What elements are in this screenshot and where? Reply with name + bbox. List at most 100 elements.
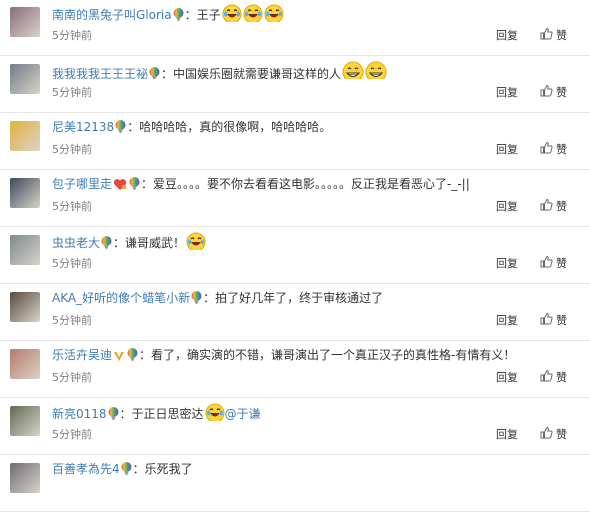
- username-link[interactable]: 尼美12138: [52, 120, 114, 134]
- rainbow-balloon-icon[interactable]: [191, 291, 202, 307]
- avatar[interactable]: [10, 463, 40, 493]
- comment-text: ：谦哥威武！: [113, 236, 186, 250]
- timestamp: 5分钟前: [52, 428, 92, 441]
- timestamp: 5分钟前: [52, 314, 92, 327]
- avatar[interactable]: [10, 7, 40, 37]
- laugh-cry-emoji-icon: [264, 4, 284, 22]
- reply-button[interactable]: 回复: [496, 28, 518, 44]
- heart-badge-icon[interactable]: [113, 178, 127, 193]
- like-button[interactable]: 赞: [540, 426, 567, 444]
- comment-text: ：中国娱乐圈就需要谦哥这样的人: [161, 67, 342, 79]
- like-button[interactable]: 赞: [540, 369, 567, 387]
- comment-line: 虫虫老大 ：谦哥威武！: [52, 232, 580, 250]
- thumbs-up-icon: [540, 312, 553, 330]
- username-link[interactable]: 包子哪里走: [52, 177, 112, 191]
- timestamp: 5分钟前: [52, 200, 92, 213]
- timestamp: 5分钟前: [52, 371, 92, 384]
- like-button[interactable]: 赞: [540, 312, 567, 330]
- like-button[interactable]: 赞: [540, 141, 567, 159]
- thumbs-up-icon: [540, 255, 553, 273]
- comment-row: AKA_好听的像个蜡笔小新 ：拍了好几年了，终于审核通过了 5分钟前 回复 赞: [0, 284, 590, 341]
- rainbow-balloon-icon[interactable]: [127, 348, 138, 364]
- avatar[interactable]: [10, 292, 40, 322]
- comment-line: 南南的黑兔子叫Gloria ：王子: [52, 4, 580, 22]
- thumbs-up-icon: [540, 27, 553, 45]
- comment-row: 新亮0118 ：于正日思密达 @于谦 5分钟前 回复 赞: [0, 398, 590, 455]
- comment-row: 百善孝為先4 ：乐死我了: [0, 455, 590, 512]
- comment-line: 百善孝為先4 ：乐死我了: [52, 460, 580, 478]
- thumbs-up-icon: [540, 369, 553, 387]
- comment-list: 南南的黑兔子叫Gloria ：王子 5分钟前 回复赞我我我我王王王祕 ：中国娱乐圈就需要…: [0, 0, 590, 512]
- laugh-cry-emoji-icon: [222, 4, 242, 22]
- comment-text: ：于正日思密达: [119, 407, 204, 421]
- thumbs-up-icon: [540, 141, 553, 159]
- like-label: 赞: [556, 86, 567, 99]
- reply-button[interactable]: 回复: [496, 313, 518, 329]
- comment-line: 新亮0118 ：于正日思密达 @于谦: [52, 403, 580, 421]
- rainbow-balloon-icon[interactable]: [108, 407, 119, 421]
- timestamp: 5分钟前: [52, 257, 92, 270]
- comment-line: 乐活卉吴迪 ：看了，确实演的不错，谦哥演出了一个真正汉子的真性格-有情有义！: [52, 346, 580, 364]
- rainbow-balloon-icon[interactable]: [129, 177, 140, 193]
- avatar[interactable]: [10, 349, 40, 379]
- like-button[interactable]: 赞: [540, 84, 567, 102]
- comment-line: 尼美12138 ：哈哈哈哈，真的很像啊，哈哈哈哈。: [52, 118, 580, 136]
- grin-emoji-icon: [365, 61, 387, 79]
- comment-text: ：哈哈哈哈，真的很像啊，哈哈哈哈。: [127, 120, 332, 134]
- like-label: 赞: [556, 257, 567, 270]
- comment-line: 包子哪里走 ：爱豆。。。。要不你去看看这电影。。。。。反正我是看恶心了-_-||: [52, 175, 580, 193]
- thumbs-up-icon: [540, 426, 553, 444]
- comment-text: ：王子: [184, 8, 221, 22]
- timestamp: 5分钟前: [52, 143, 92, 156]
- comment-row: 乐活卉吴迪 ：看了，确实演的不错，谦哥演出了一个真正汉子的真性格-有情有义！ 5分钟…: [0, 341, 590, 398]
- comment-row: 我我我我王王王祕 ：中国娱乐圈就需要谦哥这样的人 5分钟前 回复 赞: [0, 56, 590, 113]
- comment-text: ：看了，确实演的不错，谦哥演出了一个真正汉子的真性格-有情有义！: [139, 348, 516, 362]
- like-label: 赞: [556, 314, 567, 327]
- mention-link[interactable]: @于谦: [225, 407, 261, 421]
- like-label: 赞: [556, 143, 567, 156]
- grin-emoji-icon: [342, 61, 364, 79]
- comment-text: ：乐死我了: [132, 462, 193, 476]
- comment-row: 南南的黑兔子叫Gloria ：王子 5分钟前 回复 赞: [0, 0, 590, 56]
- laugh-cry-emoji-icon: [243, 4, 263, 22]
- like-label: 赞: [556, 428, 567, 441]
- reply-button[interactable]: 回复: [496, 370, 518, 386]
- avatar[interactable]: [10, 235, 40, 265]
- like-button[interactable]: 赞: [540, 27, 567, 45]
- avatar[interactable]: [10, 178, 40, 208]
- username-link[interactable]: 百善孝為先4: [52, 462, 120, 476]
- username-link[interactable]: 新亮0118: [52, 407, 107, 421]
- timestamp: 5分钟前: [52, 86, 92, 99]
- like-button[interactable]: 赞: [540, 198, 567, 216]
- avatar[interactable]: [10, 64, 40, 94]
- comment-line: AKA_好听的像个蜡笔小新 ：拍了好几年了，终于审核通过了: [52, 289, 580, 307]
- rainbow-balloon-icon[interactable]: [101, 236, 112, 250]
- like-label: 赞: [556, 29, 567, 42]
- rainbow-balloon-icon[interactable]: [173, 8, 184, 22]
- comment-text: ：爱豆。。。。要不你去看看这电影。。。。。反正我是看恶心了-_-||: [141, 177, 470, 191]
- comment-row: 虫虫老大 ：谦哥威武！ 5分钟前 回复 赞: [0, 227, 590, 284]
- reply-button[interactable]: 回复: [496, 199, 518, 215]
- laugh-cry-emoji-icon: [186, 232, 206, 250]
- laugh-cry-emoji-icon: [205, 403, 225, 421]
- comment-line: 我我我我王王王祕 ：中国娱乐圈就需要谦哥这样的人: [52, 61, 580, 79]
- username-link[interactable]: 乐活卉吴迪: [52, 348, 112, 362]
- reply-button[interactable]: 回复: [496, 256, 518, 272]
- like-button[interactable]: 赞: [540, 255, 567, 273]
- thumbs-up-icon: [540, 84, 553, 102]
- reply-button[interactable]: 回复: [496, 427, 518, 443]
- comment-row: 包子哪里走 ：爱豆。。。。要不你去看看这电影。。。。。反正我是看恶心了-_-|| 5…: [0, 170, 590, 227]
- avatar[interactable]: [10, 406, 40, 436]
- username-link[interactable]: AKA_好听的像个蜡笔小新: [52, 291, 190, 305]
- username-link[interactable]: 我我我我王王王祕: [52, 67, 148, 79]
- reply-button[interactable]: 回复: [496, 85, 518, 101]
- vip-badge-icon[interactable]: [113, 349, 125, 364]
- username-link[interactable]: 南南的黑兔子叫Gloria: [52, 8, 172, 22]
- avatar[interactable]: [10, 121, 40, 151]
- rainbow-balloon-icon[interactable]: [115, 120, 126, 136]
- like-label: 赞: [556, 200, 567, 213]
- rainbow-balloon-icon[interactable]: [121, 462, 132, 478]
- rainbow-balloon-icon[interactable]: [149, 67, 160, 79]
- username-link[interactable]: 虫虫老大: [52, 236, 100, 250]
- reply-button[interactable]: 回复: [496, 142, 518, 158]
